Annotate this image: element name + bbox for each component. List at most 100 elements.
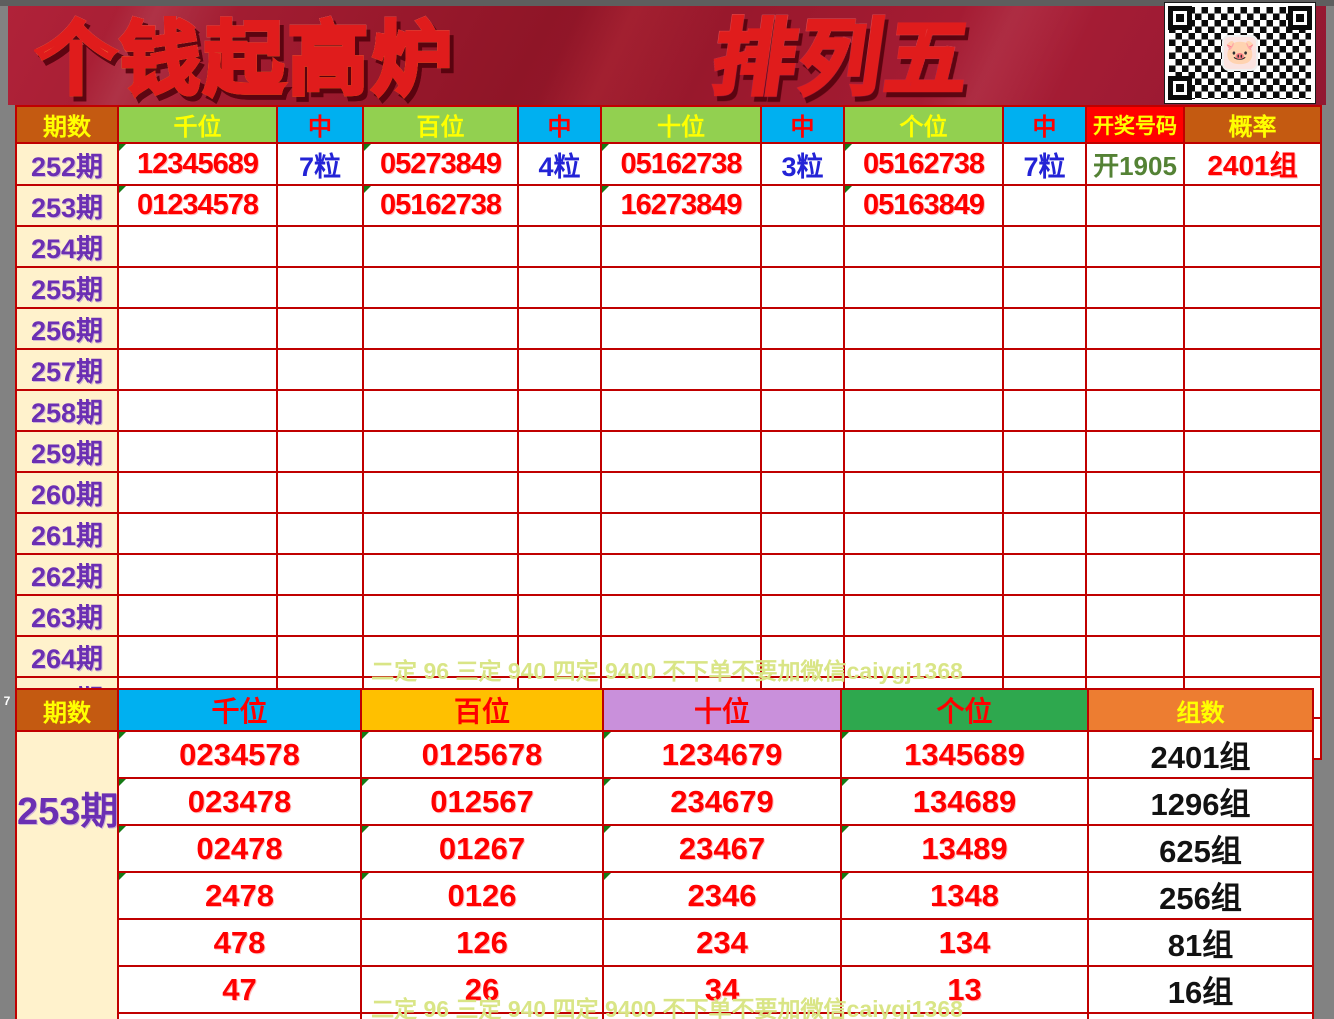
groups-cell: 256组 — [1087, 871, 1314, 920]
table-row: 257期 — [15, 348, 1322, 391]
numbers-cell: 23467 — [602, 824, 842, 873]
col-header-thousands: 千位 — [117, 688, 362, 732]
numbers-cell: 12345689 — [117, 142, 278, 186]
numbers-cell — [362, 430, 519, 473]
draw-result-cell — [1085, 307, 1185, 350]
qr-finder-icon — [1168, 76, 1192, 100]
hit-count-cell — [1002, 471, 1087, 514]
probability-cell — [1183, 553, 1322, 596]
numbers-cell — [362, 553, 519, 596]
probability-cell: 2401组 — [1183, 142, 1322, 186]
hit-count-cell — [517, 471, 602, 514]
hit-count-cell — [276, 307, 364, 350]
numbers-cell — [600, 266, 762, 309]
table-row: 2478 0126 2346 1348 256组 — [16, 871, 1314, 920]
numbers-cell — [600, 594, 762, 637]
hit-count-cell — [760, 225, 845, 268]
draw-result-cell — [1085, 266, 1185, 309]
hit-count-cell — [276, 184, 364, 227]
numbers-cell: 02478 — [117, 824, 362, 873]
numbers-cell — [843, 348, 1004, 391]
table-row: 255期 — [15, 266, 1322, 309]
numbers-cell — [362, 307, 519, 350]
hit-count-cell — [760, 266, 845, 309]
period-cell: 260期 — [15, 471, 119, 514]
banner-title-left: 个钱起高炉 — [34, 13, 456, 106]
probability-cell — [1183, 471, 1322, 514]
col-header-units: 个位 — [840, 688, 1089, 732]
hit-count-cell — [760, 307, 845, 350]
numbers-cell — [600, 348, 762, 391]
hit-count-cell — [517, 594, 602, 637]
col-header-period: 期数 — [15, 688, 119, 732]
hit-count-cell — [276, 430, 364, 473]
period-cell: 254期 — [15, 225, 119, 268]
period-cell: 261期 — [15, 512, 119, 555]
hit-count-cell — [760, 512, 845, 555]
numbers-cell — [600, 471, 762, 514]
col-header-probability: 概率 — [1183, 105, 1322, 144]
pig-avatar-icon: 🐷 — [1222, 35, 1258, 71]
hit-count-cell — [517, 512, 602, 555]
col-header-period: 期数 — [15, 105, 119, 144]
numbers-cell — [362, 471, 519, 514]
period-cell: 253期 — [15, 184, 119, 227]
numbers-cell: 2346 — [602, 871, 842, 920]
hit-count-cell — [276, 594, 364, 637]
numbers-cell — [117, 266, 278, 309]
table-row: 262期 — [15, 553, 1322, 596]
numbers-cell — [117, 512, 278, 555]
col-header-hit: 中 — [517, 105, 602, 144]
table-row: 02478 01267 23467 13489 625组 — [16, 824, 1314, 873]
groups-cell: 625组 — [1087, 824, 1314, 873]
numbers-cell — [600, 430, 762, 473]
numbers-cell — [117, 594, 278, 637]
numbers-cell: 05273849 — [362, 142, 519, 186]
hit-count-cell — [760, 389, 845, 432]
period-cell: 258期 — [15, 389, 119, 432]
hit-count-cell: 4粒 — [517, 142, 602, 186]
hit-count-cell — [1002, 553, 1087, 596]
numbers-cell: 0125678 — [360, 730, 604, 779]
probability-cell — [1183, 266, 1322, 309]
numbers-cell — [843, 225, 1004, 268]
probability-cell — [1183, 430, 1322, 473]
numbers-cell: 134 — [840, 918, 1089, 967]
numbers-cell: 1345689 — [840, 730, 1089, 779]
hit-count-cell — [1002, 512, 1087, 555]
banner-title-right: 排列五 — [706, 12, 981, 107]
numbers-cell — [362, 348, 519, 391]
numbers-cell: 234 — [602, 918, 842, 967]
numbers-cell — [117, 307, 278, 350]
numbers-cell: 1234679 — [602, 730, 842, 779]
qr-code: 🐷 — [1164, 2, 1316, 104]
draw-result-cell — [1085, 348, 1185, 391]
groups-cell: 1296组 — [1087, 777, 1314, 826]
hit-count-cell: 7粒 — [276, 142, 364, 186]
hit-count-cell — [517, 348, 602, 391]
hit-count-cell — [517, 307, 602, 350]
numbers-cell: 134689 — [840, 777, 1089, 826]
draw-result-cell — [1085, 225, 1185, 268]
numbers-cell — [117, 553, 278, 596]
numbers-cell: 13489 — [840, 824, 1089, 873]
hit-count-cell — [517, 553, 602, 596]
groups-cell: 2401组 — [1087, 730, 1314, 779]
col-header-thousands: 千位 — [117, 105, 278, 144]
promo-text-top: 二定 96 三定 940 四定 9400 不下单不要加微信caiygj1368 — [371, 658, 963, 684]
table-row: 252期 12345689 7粒 05273849 4粒 05162738 3粒 051627… — [15, 142, 1322, 186]
hit-count-cell — [276, 389, 364, 432]
probability-cell — [1183, 348, 1322, 391]
hit-count-cell — [1002, 389, 1087, 432]
numbers-cell — [843, 594, 1004, 637]
hit-count-cell: 3粒 — [760, 142, 845, 186]
numbers-cell: 126 — [360, 918, 604, 967]
table-row: 258期 — [15, 389, 1322, 432]
numbers-cell: 01234578 — [117, 184, 278, 227]
numbers-cell — [117, 430, 278, 473]
hit-count-cell — [517, 184, 602, 227]
numbers-cell: 0126 — [360, 871, 604, 920]
numbers-cell — [600, 389, 762, 432]
table-row: 023478 012567 234679 134689 1296组 — [16, 777, 1314, 826]
numbers-cell: 234679 — [602, 777, 842, 826]
